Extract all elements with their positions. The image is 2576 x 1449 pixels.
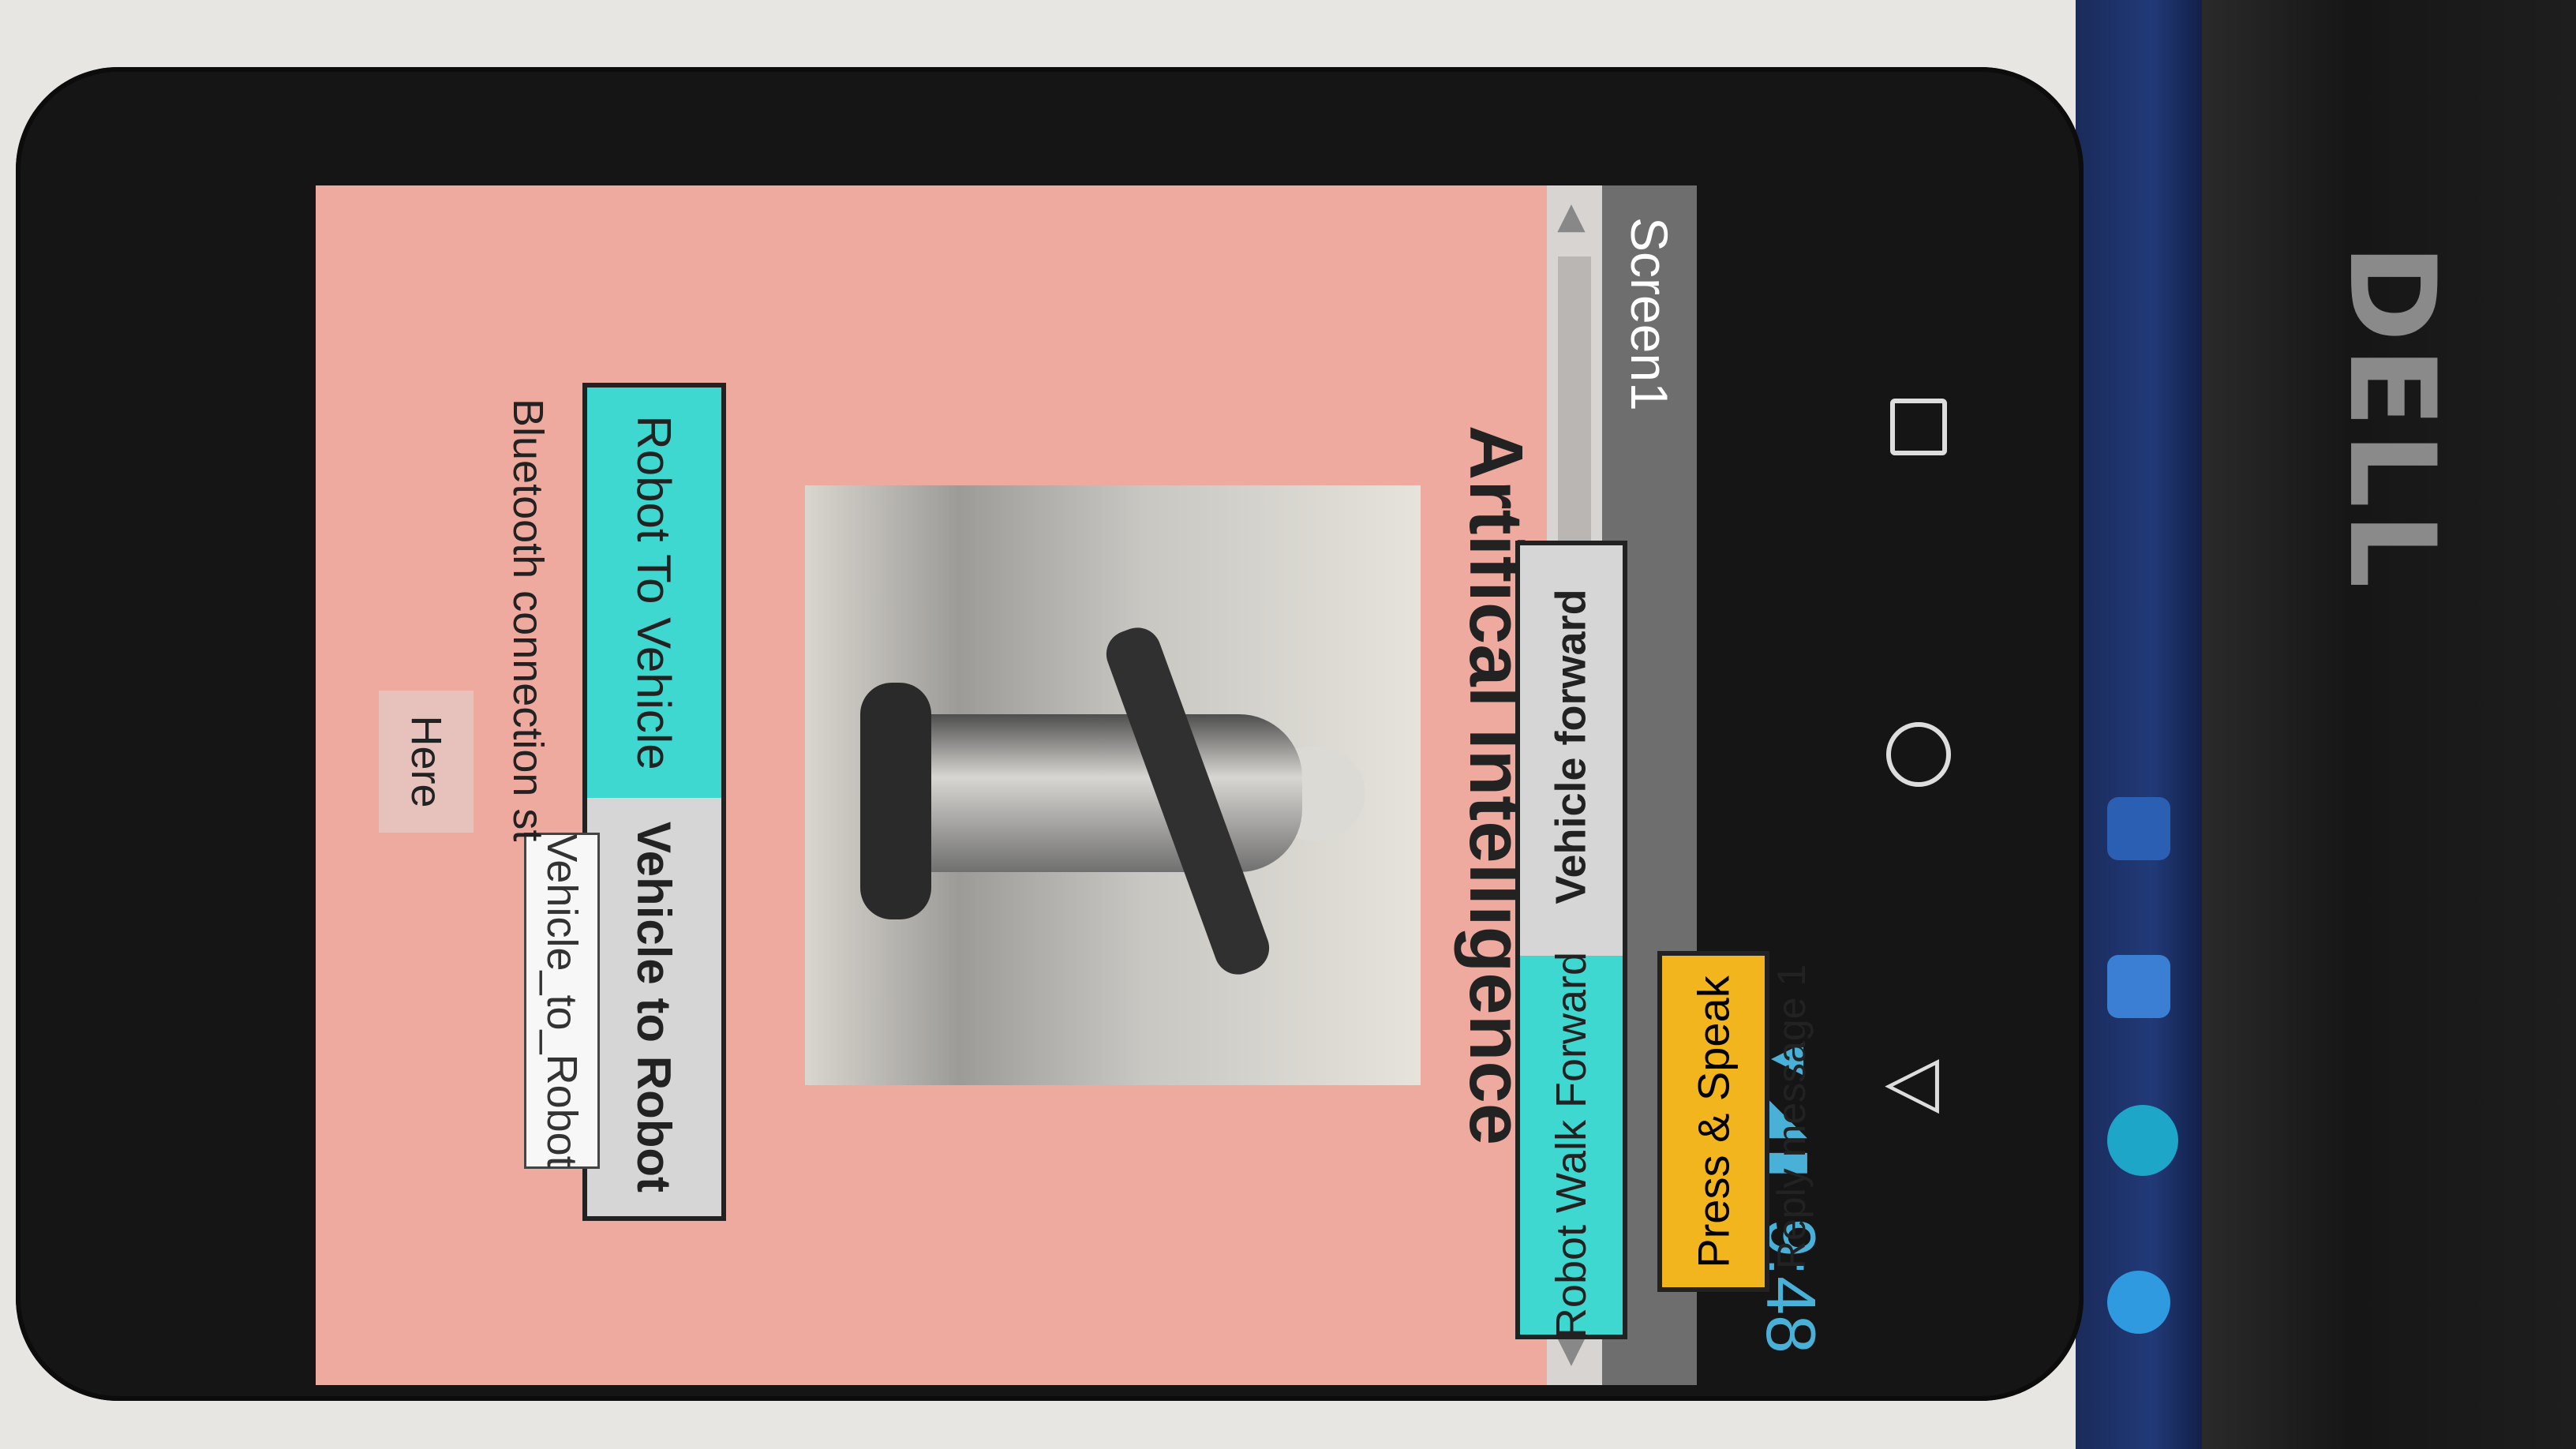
bluetooth-status-label: Bluetooth connection st	[504, 399, 552, 842]
nav-home-icon[interactable]	[1886, 722, 1951, 787]
nav-back-icon[interactable]: ◁	[1885, 1046, 1939, 1117]
windows-taskbar	[2076, 0, 2202, 1449]
scroll-left-icon[interactable]: ◀	[1553, 204, 1596, 232]
press-speak-button[interactable]: Press & Speak	[1657, 951, 1769, 1292]
vehicle-forward-button[interactable]: Vehicle forward	[1520, 545, 1623, 948]
reply-message-label: Reply message 1	[1769, 964, 1814, 1270]
button-tooltip: Vehicle_to_Robot	[524, 833, 600, 1169]
robot-walk-forward-button[interactable]: Robot Walk Forward	[1520, 952, 1623, 1339]
robot-to-vehicle-button[interactable]: Robot To Vehicle	[587, 388, 721, 798]
internet-explorer-icon[interactable]	[2107, 1271, 2170, 1334]
transform-buttons-row: Robot To Vehicle Vehicle to Robot	[582, 383, 726, 1221]
monitor-bezel	[2202, 0, 2576, 1449]
vehicle-to-robot-button[interactable]: Vehicle to Robot	[587, 798, 721, 1216]
edge-icon[interactable]	[2107, 1105, 2178, 1176]
word-icon[interactable]	[2107, 797, 2170, 860]
screen-title: Screen1	[1620, 217, 1679, 411]
nav-recents-icon[interactable]	[1890, 399, 1947, 455]
here-label: Here	[379, 691, 474, 833]
robot-image	[805, 485, 1421, 1085]
app-icon[interactable]	[2107, 955, 2170, 1018]
monitor-brand-logo: DELL	[2323, 243, 2461, 593]
phone-device: ▼◢▮ 9:48 Screen1 ◀ ▶ Artifical Intellige…	[16, 67, 2084, 1401]
lower-controls: Robot Walk Forward Vehicle forward Press…	[1500, 399, 1831, 1385]
